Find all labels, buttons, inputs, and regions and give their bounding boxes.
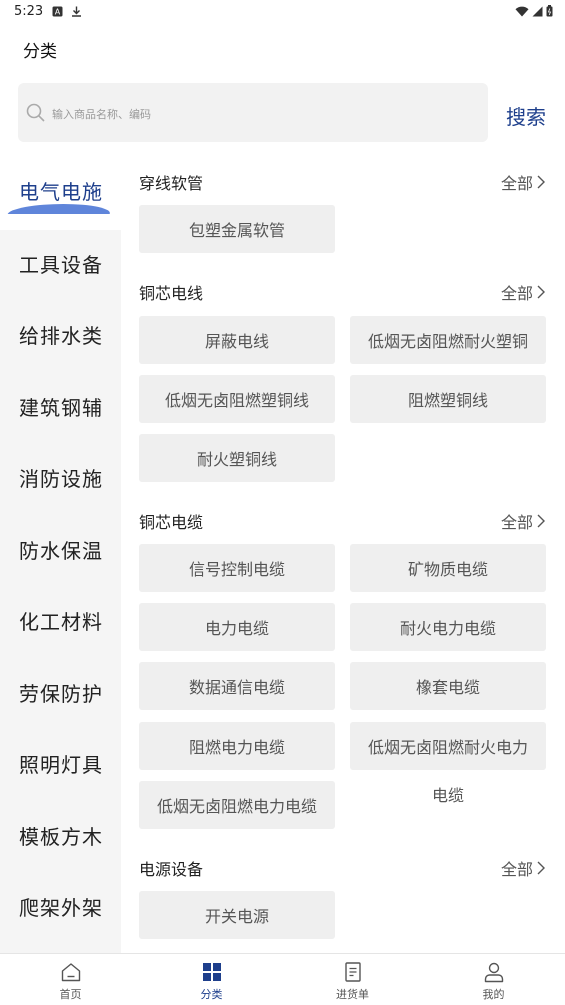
sidebar-item-formwork[interactable]: 模板方木 bbox=[0, 799, 121, 871]
sidebar-item-label: 消防设施 bbox=[19, 466, 103, 491]
subcategory-chip[interactable]: 矿物质电缆 bbox=[350, 544, 546, 592]
signal-icon bbox=[532, 6, 543, 16]
subcategory-chip[interactable]: 耐火电力电缆 bbox=[350, 603, 546, 651]
status-time: 5:23 bbox=[14, 4, 44, 19]
subcategory-chip[interactable]: 阻燃电力电缆 bbox=[139, 722, 335, 770]
home-icon bbox=[61, 963, 80, 982]
section-title: 铜芯电线 bbox=[139, 284, 204, 303]
person-icon bbox=[484, 962, 503, 983]
tab-home[interactable]: 首页 bbox=[0, 954, 141, 1005]
wifi-icon bbox=[515, 6, 529, 16]
subcategory-chip[interactable]: 包塑金属软管 bbox=[139, 205, 335, 253]
notification-a-icon: A bbox=[52, 6, 63, 17]
download-icon bbox=[72, 6, 81, 17]
tab-label: 我的 bbox=[482, 988, 505, 1001]
subcategory-chip[interactable]: 电力电缆 bbox=[139, 603, 335, 651]
chevron-right-icon bbox=[537, 861, 545, 875]
section-title: 穿线软管 bbox=[139, 174, 204, 193]
section-all-link[interactable]: 全部 bbox=[501, 170, 545, 194]
sidebar-item-label: 劳保防护 bbox=[19, 681, 103, 706]
sidebar-item-lighting[interactable]: 照明灯具 bbox=[0, 727, 121, 799]
all-label: 全部 bbox=[500, 284, 533, 303]
sidebar-item-tools[interactable]: 工具设备 bbox=[0, 227, 121, 299]
sidebar-item-chemical[interactable]: 化工材料 bbox=[0, 584, 121, 656]
sidebar-item-label: 工具设备 bbox=[19, 252, 103, 277]
sidebar-item-label: 照明灯具 bbox=[19, 752, 103, 777]
battery-icon bbox=[546, 5, 553, 17]
subcategory-chip[interactable]: 数据通信电缆 bbox=[139, 662, 335, 710]
subcategory-chip[interactable]: 屏蔽电线 bbox=[139, 316, 335, 364]
section-all-link[interactable]: 全部 bbox=[501, 509, 545, 533]
tab-label: 分类 bbox=[200, 988, 223, 1001]
sidebar-item-protection[interactable]: 劳保防护 bbox=[0, 656, 121, 728]
sidebar-item-scaffold[interactable]: 爬架外架 bbox=[0, 870, 121, 942]
sidebar-item-steel[interactable]: 建筑钢辅 bbox=[0, 370, 121, 442]
sidebar-item-plumbing[interactable]: 给排水类 bbox=[0, 298, 121, 370]
tab-label: 进货单 bbox=[336, 988, 369, 1001]
category-sidebar: 电气电施 工具设备 给排水类 建筑钢辅 消防设施 防水保温 化工材料 劳保防护 … bbox=[0, 158, 121, 953]
subcategory-chip[interactable]: 低烟无卤阻燃耐火电力 bbox=[350, 722, 546, 770]
sidebar-item-label: 化工材料 bbox=[19, 609, 103, 634]
section-all-link[interactable]: 全部 bbox=[501, 856, 545, 880]
subcategory-chip[interactable]: 低烟无卤阻燃塑铜线 bbox=[139, 375, 335, 423]
sidebar-item-label: 建筑钢辅 bbox=[19, 395, 103, 420]
sidebar-item-label: 爬架外架 bbox=[19, 895, 103, 920]
section-title: 电源设备 bbox=[139, 860, 204, 879]
document-icon bbox=[344, 962, 361, 982]
section-all-link[interactable]: 全部 bbox=[501, 280, 545, 304]
all-label: 全部 bbox=[500, 513, 533, 532]
status-right bbox=[515, 5, 553, 17]
grid-icon bbox=[202, 963, 221, 981]
all-label: 全部 bbox=[500, 174, 533, 193]
all-label: 全部 bbox=[500, 860, 533, 879]
chevron-right-icon bbox=[537, 514, 545, 528]
status-bar: 5:23 A bbox=[0, 0, 565, 24]
sidebar-item-label: 电气电施 bbox=[19, 179, 103, 204]
subcategory-chip[interactable]: 耐火塑铜线 bbox=[139, 434, 335, 482]
search-button[interactable]: 搜索 bbox=[506, 101, 546, 130]
sidebar-item-electrical[interactable]: 电气电施 bbox=[0, 158, 121, 230]
bottom-tab-bar: 首页 分类 进货单 我的 bbox=[0, 953, 565, 1005]
subcategory-chip[interactable]: 阻燃塑铜线 bbox=[350, 375, 546, 423]
sidebar-item-label: 模板方木 bbox=[19, 824, 103, 849]
category-content: 穿线软管 全部 包塑金属软管 铜芯电线 全部 屏蔽电线 低烟无卤阻燃耐火塑铜 低… bbox=[121, 158, 565, 953]
search-box[interactable] bbox=[18, 83, 488, 142]
section-title: 铜芯电缆 bbox=[139, 513, 204, 532]
tab-category[interactable]: 分类 bbox=[141, 954, 282, 1005]
subcategory-chip[interactable]: 低烟无卤阻燃耐火塑铜 bbox=[350, 316, 546, 364]
subcategory-chip[interactable]: 低烟无卤阻燃电力电缆 bbox=[139, 781, 335, 829]
subcategory-chip[interactable]: 信号控制电缆 bbox=[139, 544, 335, 592]
sidebar-item-label: 防水保温 bbox=[19, 538, 103, 563]
active-indicator bbox=[7, 204, 115, 214]
svg-text:A: A bbox=[55, 8, 61, 17]
subcategory-chip[interactable]: 橡套电缆 bbox=[350, 662, 546, 710]
tab-purchase-order[interactable]: 进货单 bbox=[282, 954, 423, 1005]
sidebar-item-waterproof[interactable]: 防水保温 bbox=[0, 513, 121, 585]
search-icon bbox=[26, 103, 45, 122]
chip-overflow-text: 电缆 bbox=[431, 786, 464, 805]
tab-label: 首页 bbox=[59, 988, 82, 1001]
subcategory-chip[interactable]: 开关电源 bbox=[139, 891, 335, 939]
sidebar-item-fire[interactable]: 消防设施 bbox=[0, 441, 121, 513]
search-input[interactable] bbox=[50, 101, 474, 127]
chevron-right-icon bbox=[537, 175, 545, 189]
chevron-right-icon bbox=[537, 285, 545, 299]
tab-profile[interactable]: 我的 bbox=[423, 954, 564, 1005]
sidebar-item-label: 给排水类 bbox=[19, 323, 103, 348]
page-title: 分类 bbox=[23, 42, 57, 62]
